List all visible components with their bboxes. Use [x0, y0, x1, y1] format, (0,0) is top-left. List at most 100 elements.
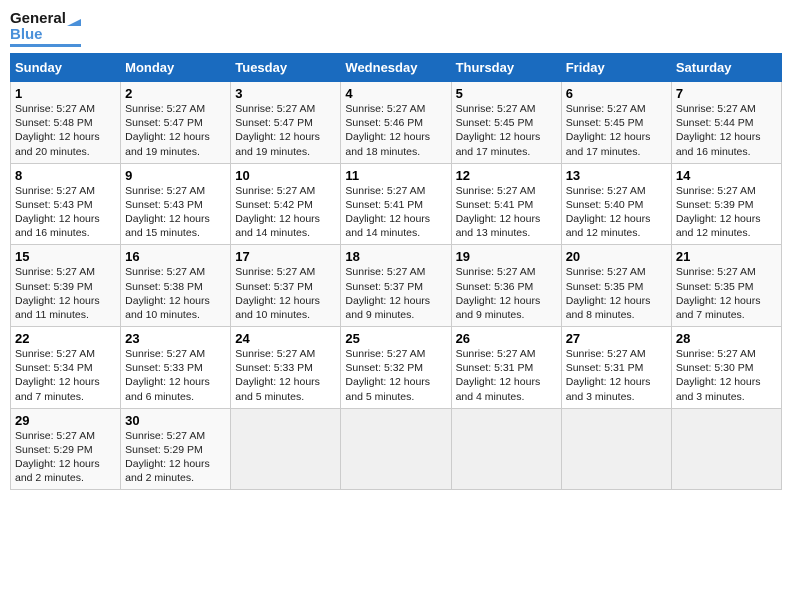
- day-number: 24: [235, 331, 336, 346]
- day-info: Sunrise: 5:27 AMSunset: 5:37 PMDaylight:…: [235, 266, 320, 321]
- weekday-tuesday: Tuesday: [231, 54, 341, 82]
- day-cell-14: 14 Sunrise: 5:27 AMSunset: 5:39 PMDaylig…: [671, 163, 781, 245]
- day-number: 20: [566, 249, 667, 264]
- day-cell-28: 28 Sunrise: 5:27 AMSunset: 5:30 PMDaylig…: [671, 327, 781, 409]
- day-info: Sunrise: 5:27 AMSunset: 5:29 PMDaylight:…: [15, 430, 100, 485]
- logo-bar: [10, 44, 81, 47]
- day-info: Sunrise: 5:27 AMSunset: 5:38 PMDaylight:…: [125, 266, 210, 321]
- day-number: 14: [676, 168, 777, 183]
- day-info: Sunrise: 5:27 AMSunset: 5:39 PMDaylight:…: [676, 185, 761, 240]
- day-cell-30: 30 Sunrise: 5:27 AMSunset: 5:29 PMDaylig…: [121, 408, 231, 490]
- empty-cell: [671, 408, 781, 490]
- empty-cell: [341, 408, 451, 490]
- logo-blue: Blue: [10, 27, 43, 42]
- day-number: 1: [15, 86, 116, 101]
- day-cell-24: 24 Sunrise: 5:27 AMSunset: 5:33 PMDaylig…: [231, 327, 341, 409]
- empty-cell: [451, 408, 561, 490]
- day-info: Sunrise: 5:27 AMSunset: 5:48 PMDaylight:…: [15, 103, 100, 158]
- day-number: 21: [676, 249, 777, 264]
- day-number: 7: [676, 86, 777, 101]
- day-cell-5: 5 Sunrise: 5:27 AMSunset: 5:45 PMDayligh…: [451, 82, 561, 164]
- day-number: 3: [235, 86, 336, 101]
- day-info: Sunrise: 5:27 AMSunset: 5:29 PMDaylight:…: [125, 430, 210, 485]
- day-info: Sunrise: 5:27 AMSunset: 5:37 PMDaylight:…: [345, 266, 430, 321]
- day-info: Sunrise: 5:27 AMSunset: 5:34 PMDaylight:…: [15, 348, 100, 403]
- day-cell-13: 13 Sunrise: 5:27 AMSunset: 5:40 PMDaylig…: [561, 163, 671, 245]
- day-info: Sunrise: 5:27 AMSunset: 5:33 PMDaylight:…: [235, 348, 320, 403]
- day-info: Sunrise: 5:27 AMSunset: 5:33 PMDaylight:…: [125, 348, 210, 403]
- day-number: 26: [456, 331, 557, 346]
- day-info: Sunrise: 5:27 AMSunset: 5:39 PMDaylight:…: [15, 266, 100, 321]
- day-number: 15: [15, 249, 116, 264]
- weekday-saturday: Saturday: [671, 54, 781, 82]
- day-info: Sunrise: 5:27 AMSunset: 5:31 PMDaylight:…: [566, 348, 651, 403]
- day-info: Sunrise: 5:27 AMSunset: 5:40 PMDaylight:…: [566, 185, 651, 240]
- day-info: Sunrise: 5:27 AMSunset: 5:43 PMDaylight:…: [125, 185, 210, 240]
- day-cell-21: 21 Sunrise: 5:27 AMSunset: 5:35 PMDaylig…: [671, 245, 781, 327]
- day-info: Sunrise: 5:27 AMSunset: 5:36 PMDaylight:…: [456, 266, 541, 321]
- page-header: General Blue: [10, 10, 782, 47]
- day-number: 18: [345, 249, 446, 264]
- day-number: 2: [125, 86, 226, 101]
- day-info: Sunrise: 5:27 AMSunset: 5:41 PMDaylight:…: [345, 185, 430, 240]
- day-info: Sunrise: 5:27 AMSunset: 5:35 PMDaylight:…: [566, 266, 651, 321]
- day-number: 5: [456, 86, 557, 101]
- day-info: Sunrise: 5:27 AMSunset: 5:35 PMDaylight:…: [676, 266, 761, 321]
- day-cell-16: 16 Sunrise: 5:27 AMSunset: 5:38 PMDaylig…: [121, 245, 231, 327]
- day-cell-3: 3 Sunrise: 5:27 AMSunset: 5:47 PMDayligh…: [231, 82, 341, 164]
- day-info: Sunrise: 5:27 AMSunset: 5:45 PMDaylight:…: [566, 103, 651, 158]
- day-cell-29: 29 Sunrise: 5:27 AMSunset: 5:29 PMDaylig…: [11, 408, 121, 490]
- day-number: 23: [125, 331, 226, 346]
- day-cell-15: 15 Sunrise: 5:27 AMSunset: 5:39 PMDaylig…: [11, 245, 121, 327]
- day-number: 8: [15, 168, 116, 183]
- day-cell-2: 2 Sunrise: 5:27 AMSunset: 5:47 PMDayligh…: [121, 82, 231, 164]
- week-row-3: 15 Sunrise: 5:27 AMSunset: 5:39 PMDaylig…: [11, 245, 782, 327]
- day-cell-25: 25 Sunrise: 5:27 AMSunset: 5:32 PMDaylig…: [341, 327, 451, 409]
- day-cell-18: 18 Sunrise: 5:27 AMSunset: 5:37 PMDaylig…: [341, 245, 451, 327]
- day-info: Sunrise: 5:27 AMSunset: 5:47 PMDaylight:…: [125, 103, 210, 158]
- empty-cell: [561, 408, 671, 490]
- week-row-1: 1 Sunrise: 5:27 AMSunset: 5:48 PMDayligh…: [11, 82, 782, 164]
- day-number: 22: [15, 331, 116, 346]
- day-number: 28: [676, 331, 777, 346]
- day-cell-9: 9 Sunrise: 5:27 AMSunset: 5:43 PMDayligh…: [121, 163, 231, 245]
- weekday-sunday: Sunday: [11, 54, 121, 82]
- day-cell-11: 11 Sunrise: 5:27 AMSunset: 5:41 PMDaylig…: [341, 163, 451, 245]
- day-number: 6: [566, 86, 667, 101]
- logo-brand: General Blue: [10, 10, 81, 42]
- logo-arrow-icon: [67, 12, 81, 26]
- weekday-friday: Friday: [561, 54, 671, 82]
- day-info: Sunrise: 5:27 AMSunset: 5:32 PMDaylight:…: [345, 348, 430, 403]
- empty-cell: [231, 408, 341, 490]
- day-number: 12: [456, 168, 557, 183]
- week-row-5: 29 Sunrise: 5:27 AMSunset: 5:29 PMDaylig…: [11, 408, 782, 490]
- day-number: 11: [345, 168, 446, 183]
- day-cell-7: 7 Sunrise: 5:27 AMSunset: 5:44 PMDayligh…: [671, 82, 781, 164]
- day-cell-6: 6 Sunrise: 5:27 AMSunset: 5:45 PMDayligh…: [561, 82, 671, 164]
- logo: General Blue: [10, 10, 81, 47]
- day-info: Sunrise: 5:27 AMSunset: 5:46 PMDaylight:…: [345, 103, 430, 158]
- day-cell-4: 4 Sunrise: 5:27 AMSunset: 5:46 PMDayligh…: [341, 82, 451, 164]
- day-info: Sunrise: 5:27 AMSunset: 5:45 PMDaylight:…: [456, 103, 541, 158]
- day-number: 4: [345, 86, 446, 101]
- day-cell-8: 8 Sunrise: 5:27 AMSunset: 5:43 PMDayligh…: [11, 163, 121, 245]
- day-info: Sunrise: 5:27 AMSunset: 5:44 PMDaylight:…: [676, 103, 761, 158]
- day-cell-27: 27 Sunrise: 5:27 AMSunset: 5:31 PMDaylig…: [561, 327, 671, 409]
- day-number: 13: [566, 168, 667, 183]
- day-number: 10: [235, 168, 336, 183]
- day-cell-23: 23 Sunrise: 5:27 AMSunset: 5:33 PMDaylig…: [121, 327, 231, 409]
- weekday-header-row: SundayMondayTuesdayWednesdayThursdayFrid…: [11, 54, 782, 82]
- day-number: 27: [566, 331, 667, 346]
- calendar-table: SundayMondayTuesdayWednesdayThursdayFrid…: [10, 53, 782, 490]
- day-cell-19: 19 Sunrise: 5:27 AMSunset: 5:36 PMDaylig…: [451, 245, 561, 327]
- day-cell-12: 12 Sunrise: 5:27 AMSunset: 5:41 PMDaylig…: [451, 163, 561, 245]
- week-row-4: 22 Sunrise: 5:27 AMSunset: 5:34 PMDaylig…: [11, 327, 782, 409]
- day-info: Sunrise: 5:27 AMSunset: 5:41 PMDaylight:…: [456, 185, 541, 240]
- weekday-wednesday: Wednesday: [341, 54, 451, 82]
- day-number: 19: [456, 249, 557, 264]
- week-row-2: 8 Sunrise: 5:27 AMSunset: 5:43 PMDayligh…: [11, 163, 782, 245]
- day-number: 16: [125, 249, 226, 264]
- logo-general: General: [10, 10, 66, 27]
- day-info: Sunrise: 5:27 AMSunset: 5:47 PMDaylight:…: [235, 103, 320, 158]
- day-info: Sunrise: 5:27 AMSunset: 5:42 PMDaylight:…: [235, 185, 320, 240]
